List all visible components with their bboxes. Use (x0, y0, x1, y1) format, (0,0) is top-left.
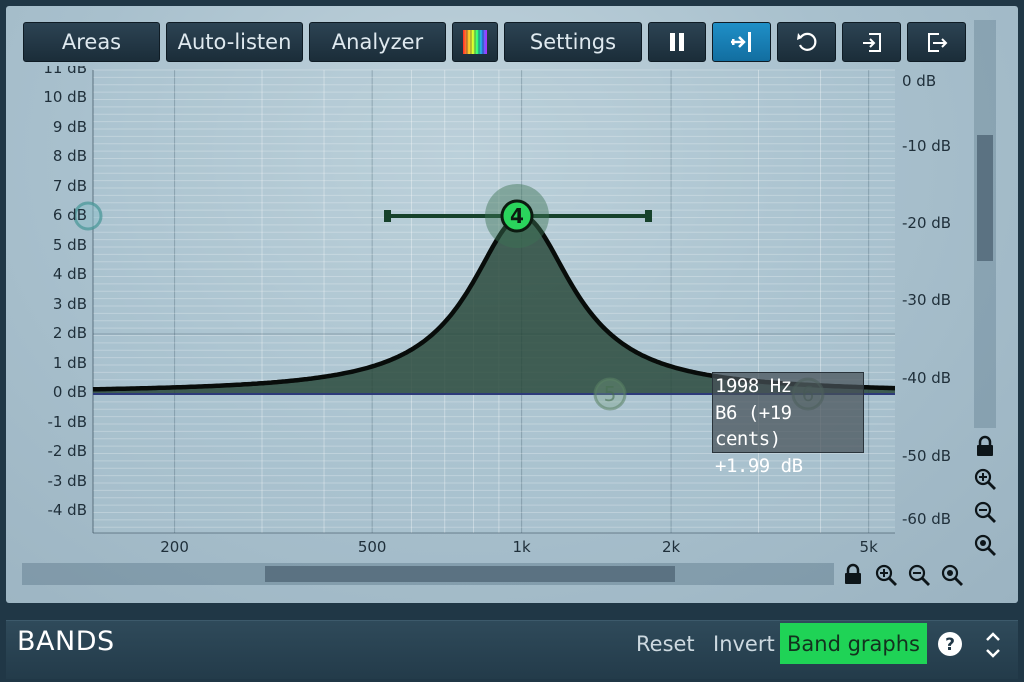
reset-button[interactable]: Reset (636, 632, 695, 656)
band-node-5[interactable]: 5 (593, 377, 627, 411)
right-db-label: -20 dB (902, 214, 952, 232)
right-db-label: -60 dB (902, 510, 952, 528)
frequency-tick-label: 500 (357, 538, 387, 556)
left-db-label: 1 dB (52, 353, 87, 372)
left-db-label: 8 dB (52, 147, 87, 165)
frequency-tick-label: 5k (859, 538, 878, 556)
zoom-in-icon[interactable] (874, 563, 898, 591)
band-node-label: 4 (510, 204, 524, 228)
band-tooltip: 1998 Hz B6 (+19 cents) +1.99 dB (712, 372, 864, 477)
help-glyph: ? (945, 635, 955, 655)
left-db-label: -2 dB (47, 442, 87, 460)
left-db-label: 6 dB (52, 206, 87, 224)
frequency-tick-label: 200 (160, 538, 189, 556)
right-db-label: -40 dB (902, 369, 952, 387)
zoom-reset-icon[interactable] (940, 563, 964, 591)
left-db-label: 10 dB (43, 88, 87, 106)
left-db-label: 7 dB (52, 176, 87, 195)
left-db-label: -4 dB (47, 501, 87, 519)
right-db-label: -30 dB (902, 291, 952, 309)
lock-icon[interactable] (843, 563, 863, 589)
left-db-label: 0 dB (52, 383, 87, 401)
zoom-in-icon[interactable] (973, 467, 997, 495)
left-db-label: 2 dB (52, 324, 87, 342)
bands-title: BANDS (17, 626, 115, 657)
zoom-out-icon[interactable] (973, 500, 997, 528)
help-icon[interactable]: ? (937, 631, 963, 661)
frequency-tick-label: 2k (661, 538, 681, 556)
invert-button[interactable]: Invert (713, 632, 775, 656)
left-db-label: 9 dB (52, 117, 87, 136)
band-graphs-label: Band graphs (786, 631, 920, 656)
zoom-out-icon[interactable] (907, 563, 931, 591)
vertical-scroll-thumb[interactable] (977, 135, 993, 261)
left-db-label: -5 dB (27, 531, 87, 535)
frequency-tick-label: 1k (512, 538, 531, 556)
tooltip-note: B6 (+19 cents) (715, 401, 792, 451)
left-db-label: 4 dB (52, 265, 87, 283)
right-db-label: 0 dB (902, 72, 937, 90)
band-node-label: 5 (604, 382, 617, 406)
left-db-label: 11 dB (43, 66, 87, 76)
tooltip-gain: +1.99 dB (715, 454, 803, 477)
left-db-label: -3 dB (47, 471, 87, 490)
zoom-reset-icon[interactable] (973, 533, 997, 561)
lock-icon[interactable] (975, 435, 995, 461)
left-db-label: -1 dB (47, 412, 87, 431)
left-db-label: 3 dB (52, 294, 87, 313)
band-node-4[interactable]: 4 (485, 184, 549, 248)
right-db-label: -50 dB (902, 447, 952, 465)
right-db-label: -10 dB (902, 137, 952, 155)
tooltip-frequency: 1998 Hz (715, 375, 792, 397)
left-db-label: 5 dB (52, 235, 87, 254)
band-graphs-button[interactable]: Band graphs (780, 623, 927, 664)
horizontal-scroll-thumb[interactable] (265, 566, 675, 582)
expand-icon[interactable] (983, 629, 1003, 665)
